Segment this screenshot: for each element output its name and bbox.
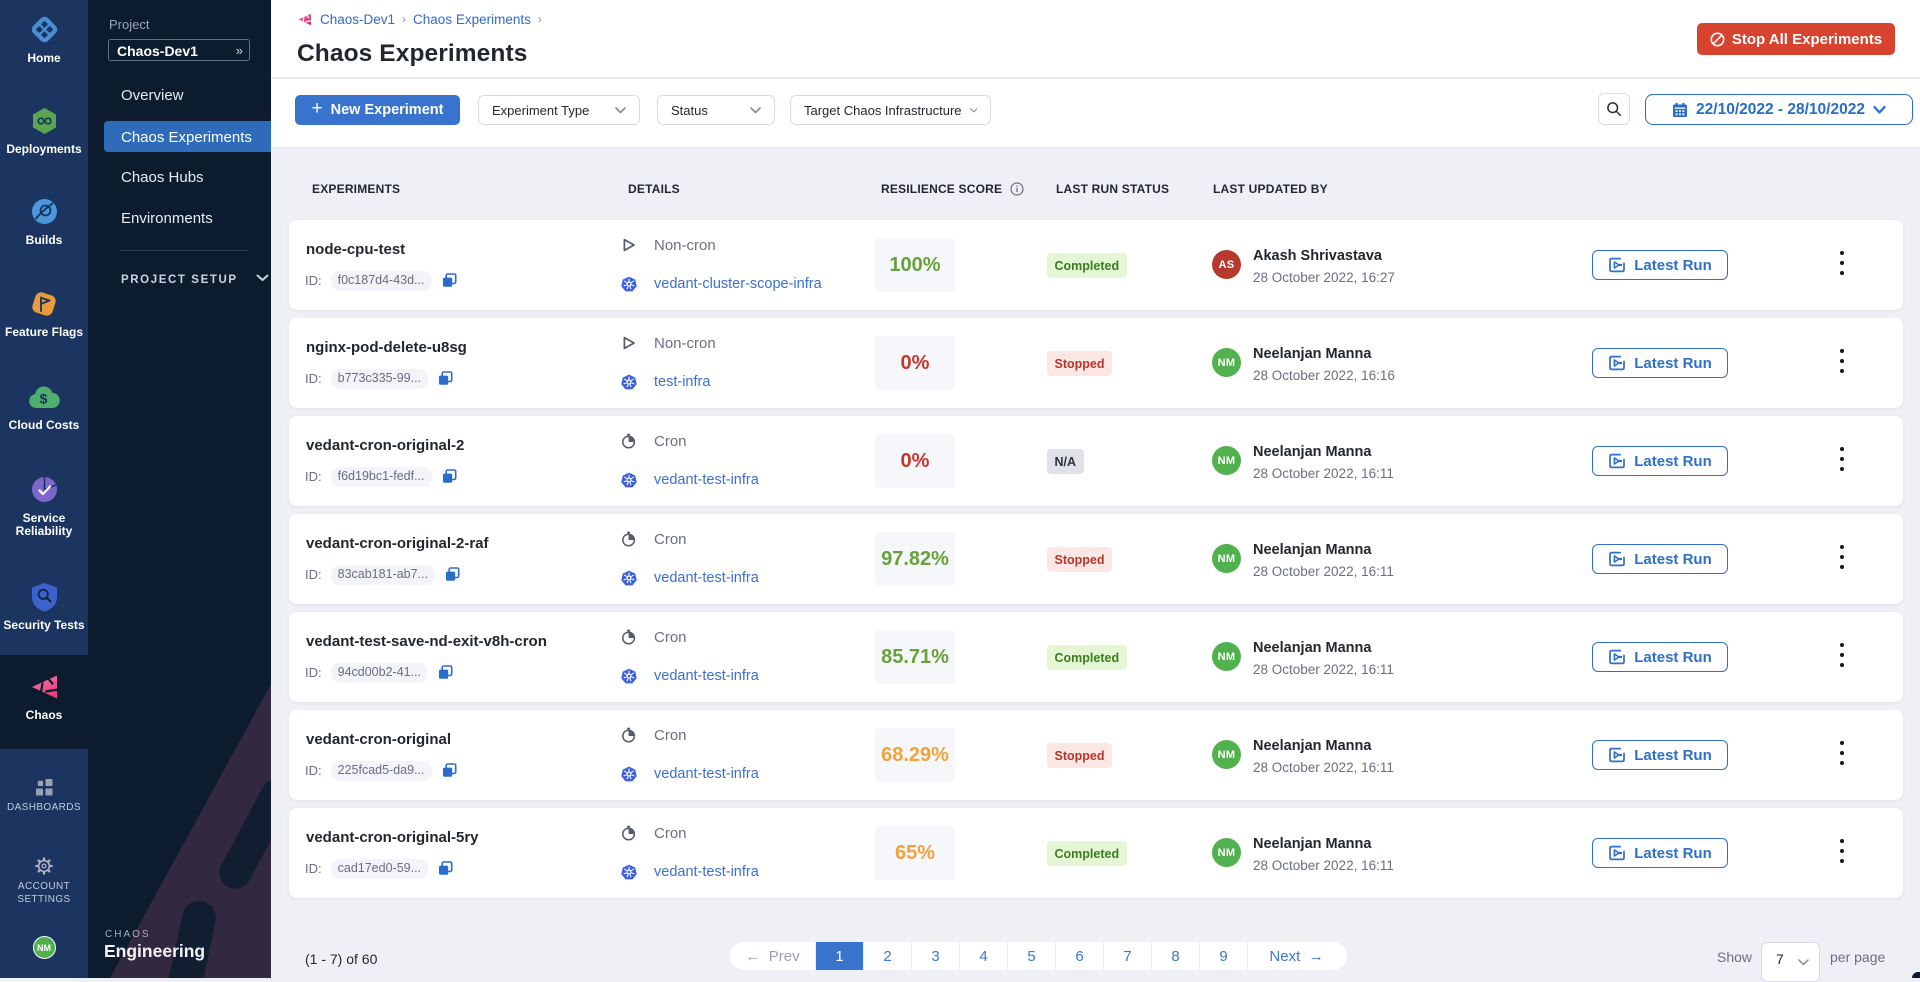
svg-text:$: $	[40, 390, 48, 406]
